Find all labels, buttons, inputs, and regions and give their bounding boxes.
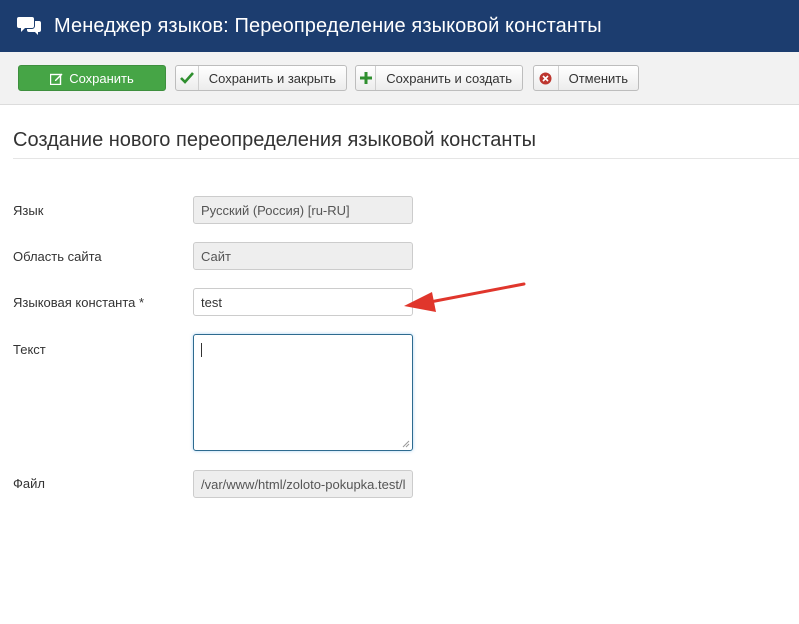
file-field: /var/www/html/zoloto-pokupka.test/l (193, 470, 413, 498)
text-label: Текст (13, 342, 46, 357)
language-label: Язык (13, 203, 44, 218)
save-and-new-button[interactable]: Сохранить и создать (355, 65, 523, 91)
speech-bubbles-icon (17, 17, 41, 35)
text-caret (201, 343, 202, 357)
cancel-circle-icon (534, 66, 559, 90)
resize-grip-icon[interactable] (402, 440, 410, 448)
client-label: Область сайта (13, 249, 102, 264)
page-title: Создание нового переопределения языковой… (13, 129, 536, 151)
annotation-arrow-icon (404, 282, 526, 312)
constant-input[interactable]: test (193, 288, 413, 316)
toolbar: Сохранить Сохранить и закрыть Сохранить … (0, 52, 799, 105)
checkmark-icon (176, 66, 199, 90)
save-and-close-button[interactable]: Сохранить и закрыть (175, 65, 347, 91)
divider (13, 158, 799, 159)
text-textarea[interactable] (193, 334, 413, 451)
plus-icon (356, 66, 377, 90)
header-bar: Менеджер языков: Переопределение языково… (0, 0, 799, 52)
page-header-title: Менеджер языков: Переопределение языково… (54, 14, 602, 37)
constant-label: Языковая константа * (13, 295, 145, 310)
client-field: Сайт (193, 242, 413, 270)
language-field: Русский (Россия) [ru-RU] (193, 196, 413, 224)
cancel-button[interactable]: Отменить (533, 65, 639, 91)
edit-icon (50, 66, 63, 90)
save-button[interactable]: Сохранить (18, 65, 166, 91)
file-label: Файл (13, 476, 45, 491)
